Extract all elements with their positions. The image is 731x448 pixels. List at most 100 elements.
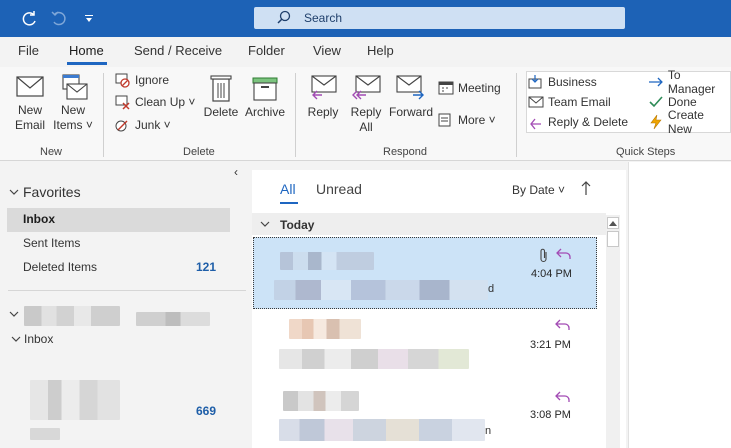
quick-step-create-new[interactable]: Create New — [648, 108, 731, 136]
redacted-account-name — [24, 306, 120, 326]
forward-button[interactable]: Forward — [388, 73, 434, 120]
folder-inbox[interactable]: Inbox — [23, 212, 55, 226]
undo-icon[interactable] — [48, 8, 70, 30]
group-header-today[interactable]: Today — [252, 213, 606, 235]
checkmark-icon — [649, 96, 663, 108]
sort-direction-icon[interactable] — [580, 179, 592, 200]
reply-label: Reply — [307, 105, 339, 119]
forward-label: Forward — [388, 105, 433, 119]
search-icon — [276, 10, 292, 29]
message-list-scrollbar[interactable] — [606, 215, 620, 448]
message-item[interactable]: n 3:08 PM — [253, 381, 597, 448]
envelope-icon — [528, 96, 544, 108]
lightning-icon — [650, 114, 662, 130]
message-time: 3:21 PM — [530, 339, 571, 351]
quick-step-label: Team Email — [548, 95, 611, 109]
message-time: 4:04 PM — [531, 268, 572, 280]
deleted-items-count: 121 — [196, 260, 217, 274]
new-items-button[interactable]: New Items ˅ — [52, 73, 94, 133]
tab-view[interactable]: View — [313, 43, 341, 58]
reply-all-label-1: Reply — [350, 105, 382, 119]
tab-folder[interactable]: Folder — [248, 43, 285, 58]
reply-icon — [530, 118, 541, 130]
reply-button[interactable]: Reply — [305, 73, 341, 120]
tab-home[interactable]: Home — [69, 43, 104, 58]
more-respond-button[interactable]: More ˅ — [438, 111, 496, 129]
new-email-button[interactable]: New Email — [10, 73, 50, 133]
group-label-respond: Respond — [383, 146, 428, 158]
new-items-icon — [62, 74, 88, 100]
replied-icon — [555, 391, 570, 402]
reply-all-button[interactable]: Reply All — [346, 73, 386, 135]
junk-button[interactable]: Junk ˅ — [115, 116, 171, 134]
folder-sent-items[interactable]: Sent Items — [23, 236, 80, 250]
ignore-icon — [115, 73, 130, 88]
message-time: 3:08 PM — [530, 409, 571, 421]
collapse-pane-icon[interactable]: ‹ — [234, 165, 238, 179]
quick-step-team-email[interactable]: Team Email — [528, 93, 611, 111]
divider — [8, 290, 246, 291]
clean-up-icon — [115, 95, 130, 110]
tab-help[interactable]: Help — [367, 43, 394, 58]
scroll-thumb[interactable] — [607, 231, 619, 247]
quick-step-label: Business — [548, 75, 597, 89]
scroll-up-arrow[interactable] — [607, 217, 619, 229]
favorites-header[interactable]: Favorites — [8, 184, 81, 200]
ignore-button[interactable]: Ignore — [115, 71, 169, 89]
account-expander[interactable] — [8, 308, 20, 323]
new-email-label-1: New — [17, 103, 42, 117]
ignore-label: Ignore — [135, 73, 170, 87]
search-box[interactable]: Search — [254, 7, 625, 29]
redacted-sender — [289, 319, 361, 339]
filter-underline — [280, 202, 298, 204]
account-inbox[interactable]: Inbox — [10, 332, 53, 346]
meeting-button[interactable]: Meeting — [438, 79, 501, 97]
chevron-down-icon — [9, 311, 19, 317]
quick-step-business[interactable]: Business — [528, 73, 597, 91]
clean-up-button[interactable]: Clean Up ˅ — [115, 93, 195, 111]
filter-unread[interactable]: Unread — [316, 181, 362, 197]
quick-step-to-manager[interactable]: To Manager — [648, 68, 731, 96]
redacted-subject — [279, 349, 469, 369]
attachment-icon — [540, 248, 547, 263]
move-to-folder-icon — [528, 75, 542, 89]
redacted-subfolder[interactable] — [30, 428, 60, 440]
redacted-account-name — [136, 312, 210, 326]
tab-send-receive[interactable]: Send / Receive — [134, 43, 222, 58]
new-email-label-2: Email — [14, 118, 45, 132]
meeting-label: Meeting — [458, 81, 501, 95]
sync-icon[interactable] — [18, 8, 40, 30]
account-inbox-label: Inbox — [24, 332, 54, 346]
delete-label: Delete — [203, 105, 239, 119]
menu-bar: File Home Send / Receive Folder View Hel… — [0, 37, 731, 67]
more-respond-icon — [438, 113, 451, 127]
redacted-subject — [279, 419, 485, 441]
preview-tail: n — [485, 425, 492, 437]
message-item[interactable]: 3:21 PM — [253, 309, 597, 381]
group-separator — [295, 73, 296, 157]
message-item[interactable]: d 4:04 PM — [253, 237, 597, 309]
customize-toolbar-icon[interactable] — [78, 8, 100, 30]
quick-step-reply-delete[interactable]: Reply & Delete — [528, 113, 628, 131]
chevron-down-icon — [9, 189, 19, 195]
filter-all[interactable]: All — [280, 181, 296, 197]
redacted-sender — [280, 252, 374, 270]
tab-file[interactable]: File — [18, 43, 39, 58]
group-separator — [103, 73, 104, 157]
delete-button[interactable]: Delete — [202, 73, 240, 120]
archive-button[interactable]: Archive — [243, 73, 287, 120]
active-tab-indicator — [67, 62, 107, 65]
group-label-quick-steps: Quick Steps — [616, 146, 676, 158]
sort-by-date[interactable]: By Date ˅ — [512, 183, 565, 197]
redacted-sender — [283, 391, 359, 411]
group-label-new: New — [40, 146, 63, 158]
reply-all-icon — [352, 75, 381, 100]
new-items-label-2: Items ˅ — [53, 118, 93, 132]
more-label: More ˅ — [458, 113, 496, 127]
envelope-icon — [16, 76, 44, 97]
folder-deleted-items[interactable]: Deleted Items — [23, 260, 97, 274]
quick-step-label: Done — [668, 95, 697, 109]
chevron-down-icon — [260, 221, 270, 227]
replied-icon — [555, 319, 570, 330]
redacted-subfolder[interactable] — [30, 380, 120, 420]
